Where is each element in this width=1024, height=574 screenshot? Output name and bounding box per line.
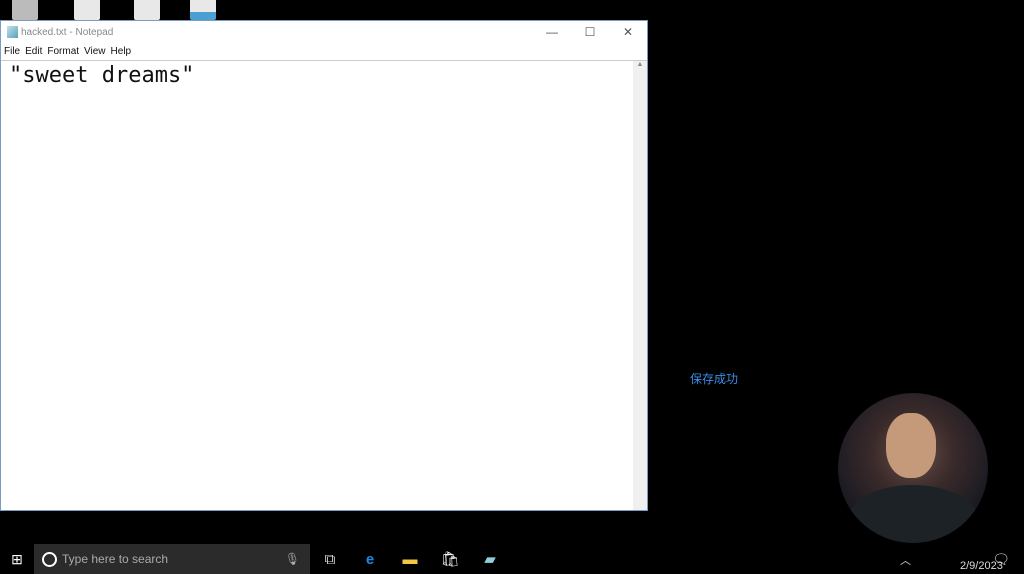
vertical-scrollbar[interactable]: ▲ [633, 60, 647, 510]
taskbar: ⊞ Type here to search 🎙 ⧉ e ▬ 🛍 ▰ [0, 544, 1024, 574]
desktop-icon-file[interactable] [74, 0, 100, 20]
scroll-up-icon[interactable]: ▲ [633, 61, 647, 68]
close-button[interactable]: ✕ [609, 25, 647, 39]
system-tray: ︿ 2/9/2023 🗨 [874, 544, 1024, 574]
edge-icon[interactable]: e [350, 551, 390, 568]
notepad-taskbar-icon[interactable]: ▰ [470, 550, 510, 568]
task-view-icon[interactable]: ⧉ [310, 551, 350, 568]
desktop-icon-file[interactable] [134, 0, 160, 20]
microphone-icon[interactable]: 🎙 [285, 552, 300, 566]
file-explorer-icon[interactable]: ▬ [390, 551, 430, 568]
search-box[interactable]: Type here to search 🎙 [34, 544, 310, 574]
minimize-button[interactable]: — [533, 25, 571, 39]
menu-help[interactable]: Help [111, 46, 132, 57]
menu-bar: File Edit Format View Help [1, 43, 647, 59]
window-title: hacked.txt - Notepad [21, 26, 114, 38]
action-center-icon[interactable]: 🗨 [992, 551, 1010, 568]
store-icon[interactable]: 🛍 [430, 550, 470, 568]
title-bar: hacked.txt - Notepad — ☐ ✕ [1, 21, 647, 43]
menu-edit[interactable]: Edit [25, 46, 42, 57]
text-editor[interactable]: "sweet dreams" [1, 60, 633, 510]
show-hidden-icons-chevron-icon[interactable]: ︿ [900, 552, 911, 568]
desktop-icon-shortcut[interactable] [190, 0, 216, 20]
webcam-person-shirt [848, 485, 978, 543]
menu-view[interactable]: View [84, 46, 106, 57]
maximize-button[interactable]: ☐ [571, 25, 609, 39]
notepad-icon [7, 26, 18, 38]
save-success-message: 保存成功 [690, 372, 739, 386]
notepad-window: hacked.txt - Notepad — ☐ ✕ File Edit For… [0, 20, 648, 511]
menu-format[interactable]: Format [47, 46, 79, 57]
desktop-icon-recycle-bin[interactable] [12, 0, 38, 20]
webcam-overlay [838, 393, 988, 543]
webcam-person-head [886, 413, 936, 478]
menu-file[interactable]: File [4, 46, 20, 57]
search-placeholder: Type here to search [62, 552, 169, 566]
windows-start-icon[interactable]: ⊞ [0, 551, 34, 568]
cortana-icon[interactable] [42, 551, 57, 567]
